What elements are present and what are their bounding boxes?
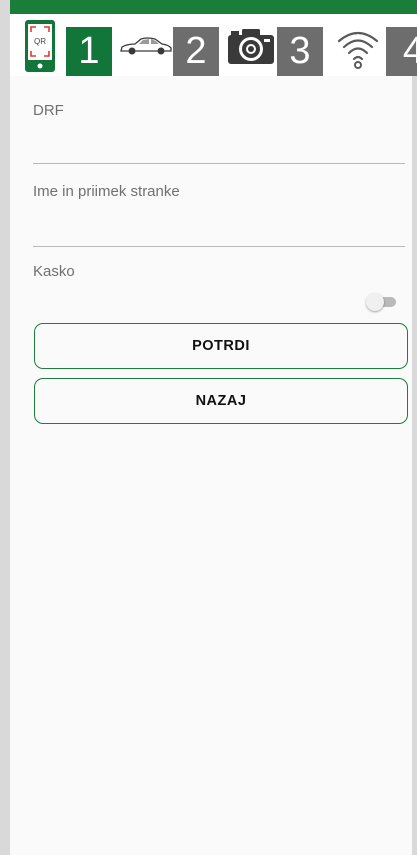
back-button[interactable]: NAZAJ (34, 378, 408, 424)
confirm-button[interactable]: POTRDI (34, 323, 408, 369)
name-label: Ime in priimek stranke (33, 183, 180, 200)
step-progress-bar: QR 1 2 3 4 (10, 14, 417, 76)
customer-name-field[interactable] (33, 216, 405, 247)
step-2-number: 2 (173, 27, 219, 76)
drf-field[interactable] (33, 133, 405, 164)
step-3-number: 3 (277, 27, 323, 76)
step-4-number: 4 (386, 27, 417, 76)
step-1-number: 1 (66, 27, 112, 76)
car-icon (118, 18, 174, 73)
drf-label: DRF (33, 102, 64, 119)
kasko-label: Kasko (33, 263, 75, 280)
window-left-edge (0, 0, 10, 855)
qr-phone-icon: QR (18, 18, 62, 73)
window-right-edge (412, 0, 417, 855)
kasko-toggle[interactable] (366, 293, 398, 311)
status-bar (10, 0, 417, 14)
qr-icon-text: QR (34, 37, 46, 46)
wifi-icon (330, 18, 386, 73)
camera-icon (224, 18, 278, 73)
kasko-toggle-thumb (366, 293, 384, 311)
